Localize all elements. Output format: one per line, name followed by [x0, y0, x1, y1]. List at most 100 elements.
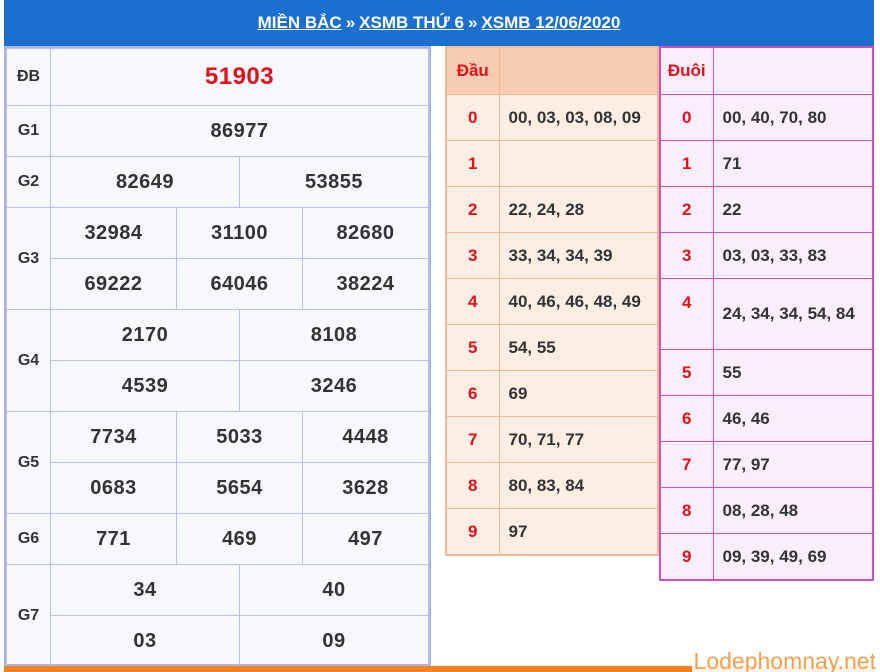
- prize-label: G6: [6, 513, 51, 565]
- prize-number: 82680: [302, 207, 429, 259]
- dau-values: 33, 34, 34, 39: [499, 232, 657, 279]
- prize-number: 8108: [239, 309, 429, 361]
- prize-number: 5654: [176, 462, 303, 514]
- prize-number: 31100: [176, 207, 303, 259]
- prize-number: 7734: [50, 411, 177, 463]
- dau-row: 3 33, 34, 34, 39: [447, 232, 657, 279]
- prize-number: 69222: [50, 258, 177, 310]
- duoi-values: 55: [713, 349, 872, 396]
- duoi-row: 3 03, 03, 33, 83: [661, 232, 872, 279]
- duoi-row: 9 09, 39, 49, 69: [661, 533, 872, 579]
- duoi-values: 77, 97: [713, 441, 872, 488]
- duoi-key: 3: [661, 232, 714, 279]
- dau-row: 4 40, 46, 46, 48, 49: [447, 278, 657, 325]
- dau-row: 7 70, 71, 77: [447, 416, 657, 463]
- prize-number: 771: [50, 513, 177, 565]
- dau-table: Đầu 0 00, 03, 03, 08, 09 1 2 22, 24, 28 33…: [445, 46, 659, 556]
- duoi-key: 4: [661, 278, 714, 350]
- prize-label: ĐB: [6, 48, 51, 106]
- duoi-values: 22: [713, 186, 872, 233]
- breadcrumb: MIỀN BẮC» XSMB THỨ 6» XSMB 12/06/2020: [4, 0, 874, 46]
- prize-label: G7: [6, 564, 51, 667]
- prize-number: 40: [239, 564, 429, 616]
- prize-row-g7: 03 09: [7, 615, 429, 667]
- special-prize-number: 51903: [50, 48, 429, 106]
- prize-number: 82649: [50, 156, 240, 208]
- breadcrumb-link-xsmb-date[interactable]: XSMB 12/06/2020: [481, 13, 620, 32]
- dau-key: 7: [447, 416, 500, 463]
- duoi-row: 8 08, 28, 48: [661, 487, 872, 534]
- prize-row-g4: 4539 3246: [7, 360, 429, 412]
- duoi-row: 7 77, 97: [661, 441, 872, 488]
- prize-label: G2: [6, 156, 51, 208]
- prize-label: G4: [6, 309, 51, 412]
- prize-label: G1: [6, 105, 51, 157]
- duoi-values: 08, 28, 48: [713, 487, 872, 534]
- breadcrumb-link-xsmb-thu-6[interactable]: XSMB THỨ 6: [359, 13, 464, 32]
- duoi-key: 6: [661, 395, 714, 442]
- prize-row-g5: 0683 5654 3628: [7, 462, 429, 514]
- dau-key: 9: [447, 508, 500, 554]
- prize-number: 53855: [239, 156, 429, 208]
- duoi-row: 6 46, 46: [661, 395, 872, 442]
- dau-row: 6 69: [447, 370, 657, 417]
- prize-number: 469: [176, 513, 303, 565]
- duoi-header-row: Đuôi: [661, 48, 872, 95]
- dau-key: 8: [447, 462, 500, 509]
- prize-number: 64046: [176, 258, 303, 310]
- dau-key: 0: [447, 94, 500, 141]
- duoi-key: 7: [661, 441, 714, 488]
- duoi-values: 00, 40, 70, 80: [713, 94, 872, 141]
- prize-number: 32984: [50, 207, 177, 259]
- duoi-key: 8: [661, 487, 714, 534]
- duoi-row: 2 22: [661, 186, 872, 233]
- dau-values: 69: [499, 370, 657, 417]
- prize-number: 4539: [50, 360, 240, 412]
- prize-number: 0683: [50, 462, 177, 514]
- prize-label: G5: [6, 411, 51, 514]
- duoi-row: 1 71: [661, 140, 872, 187]
- dau-row: 2 22, 24, 28: [447, 186, 657, 233]
- duoi-row: 4 24, 34, 34, 54, 84: [661, 278, 872, 350]
- dau-row: 5 54, 55: [447, 324, 657, 371]
- dau-values: 22, 24, 28: [499, 186, 657, 233]
- prize-number: 497: [302, 513, 429, 565]
- duoi-values: 24, 34, 34, 54, 84: [713, 278, 872, 350]
- dau-values: 00, 03, 03, 08, 09: [499, 94, 657, 141]
- prize-number: 03: [50, 615, 240, 667]
- duoi-row: 0 00, 40, 70, 80: [661, 94, 872, 141]
- dau-row: 9 97: [447, 508, 657, 554]
- duoi-values: 09, 39, 49, 69: [713, 533, 872, 579]
- dau-row: 1: [447, 140, 657, 187]
- duoi-values: 71: [713, 140, 872, 187]
- prize-row-g3: 69222 64046 38224: [7, 258, 429, 310]
- duoi-key: 1: [661, 140, 714, 187]
- dau-key: 4: [447, 278, 500, 325]
- site-watermark: Lodephomnay.net: [691, 648, 878, 672]
- breadcrumb-link-mien-bac[interactable]: MIỀN BẮC: [258, 13, 342, 32]
- dau-key: 2: [447, 186, 500, 233]
- prize-number: 4448: [302, 411, 429, 463]
- duoi-values: 03, 03, 33, 83: [713, 232, 872, 279]
- duoi-values: 46, 46: [713, 395, 872, 442]
- duoi-table: Đuôi 0 00, 40, 70, 80 1 71 2 22 3 03, 03, 33…: [659, 46, 874, 581]
- prize-row-g6: G6 771 469 497: [6, 513, 429, 565]
- prize-row-g1: G1 86977: [6, 105, 429, 157]
- prize-number: 38224: [302, 258, 429, 310]
- prize-row-db: ĐB 51903: [6, 48, 429, 106]
- prize-number: 34: [50, 564, 240, 616]
- dau-header-blank: [499, 48, 657, 95]
- dau-values: 97: [499, 508, 657, 554]
- prize-row-g3: G3 32984 31100 82680: [6, 207, 429, 310]
- duoi-header-title: Đuôi: [661, 48, 714, 95]
- dau-row: 0 00, 03, 03, 08, 09: [447, 94, 657, 141]
- dau-values: [499, 140, 657, 187]
- dau-values: 70, 71, 77: [499, 416, 657, 463]
- prize-row-g7: G7 34 40: [6, 564, 429, 667]
- prize-row-g2: G2 82649 53855: [6, 156, 429, 208]
- duoi-key: 9: [661, 533, 714, 579]
- dau-values: 54, 55: [499, 324, 657, 371]
- duoi-key: 0: [661, 94, 714, 141]
- dau-values: 80, 83, 84: [499, 462, 657, 509]
- prize-label: G3: [6, 207, 51, 310]
